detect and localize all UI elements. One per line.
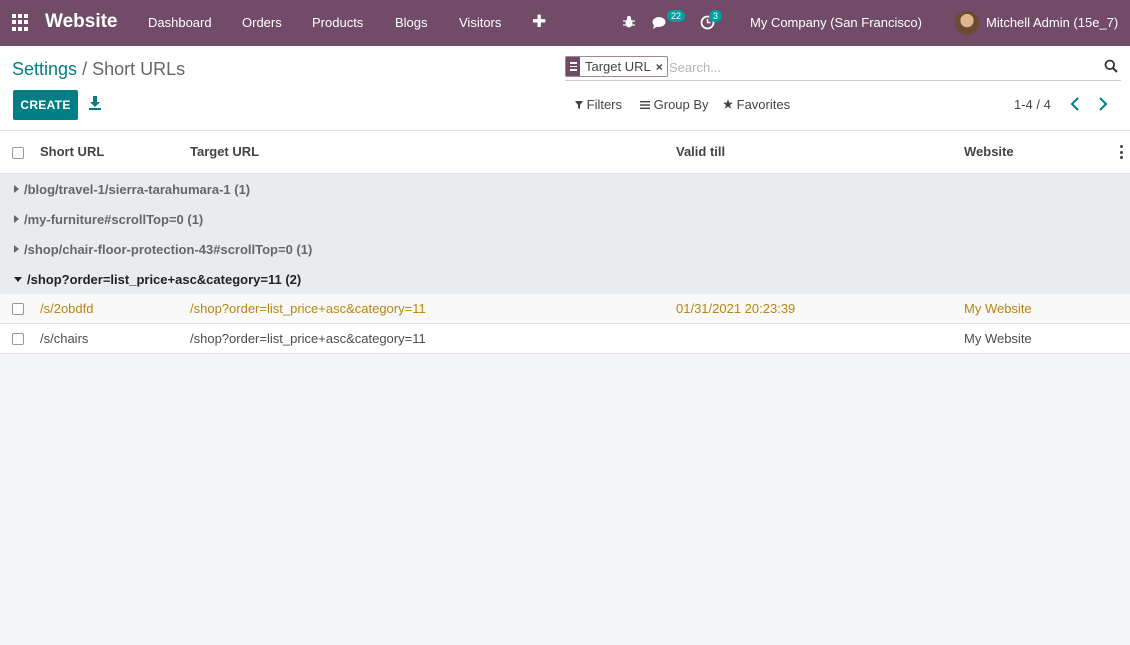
filters-dropdown[interactable]: Filters	[575, 97, 622, 112]
download-export-icon[interactable]	[88, 95, 102, 111]
messages-count-badge: 22	[667, 10, 686, 22]
debug-bug-icon[interactable]	[622, 15, 636, 29]
company-switcher[interactable]: My Company (San Francisco)	[750, 15, 922, 30]
menu-orders[interactable]: Orders	[242, 15, 282, 30]
menu-visitors[interactable]: Visitors	[459, 15, 501, 30]
table-row[interactable]: /s/2obdfd /shop?order=list_price+asc&cat…	[0, 294, 1130, 324]
cell-valid-till: 01/31/2021 20:23:39	[676, 301, 796, 316]
caret-down-icon	[14, 277, 22, 282]
app-brand[interactable]: Website	[45, 11, 118, 33]
group-row[interactable]: /my-furniture#scrollTop=0 (1)	[0, 204, 1130, 234]
top-navbar: Website Dashboard Orders Products Blogs …	[0, 0, 1130, 46]
table-row[interactable]: /s/chairs /shop?order=list_price+asc&cat…	[0, 324, 1130, 354]
activities-count-badge: 3	[709, 10, 723, 22]
favorites-dropdown[interactable]: Favorites	[723, 97, 790, 112]
select-all-checkbox[interactable]	[12, 147, 24, 159]
row-checkbox[interactable]	[12, 303, 24, 315]
cell-short-url: /s/chairs	[40, 331, 89, 346]
control-panel: Settings / Short URLs CREATE Target URL …	[0, 46, 1130, 131]
favorites-star-icon	[723, 99, 733, 109]
breadcrumb: Settings / Short URLs	[12, 59, 185, 80]
group-by-bars-icon	[640, 101, 650, 109]
caret-right-icon	[14, 245, 19, 253]
group-label: /shop?order=list_price+asc&category=11 (…	[27, 272, 302, 287]
cell-target-url: /shop?order=list_price+asc&category=11	[190, 331, 426, 346]
group-row[interactable]: /shop/chair-floor-protection-43#scrollTo…	[0, 234, 1130, 264]
cell-website: My Website	[964, 301, 1032, 316]
search-input[interactable]	[669, 57, 1089, 77]
column-header-valid-till[interactable]: Valid till	[676, 144, 725, 159]
menu-dashboard[interactable]: Dashboard	[148, 15, 212, 30]
user-menu[interactable]: Mitchell Admin (15e_7)	[986, 15, 1118, 30]
group-by-facet-icon	[566, 57, 580, 76]
group-by-dropdown[interactable]: Group By	[640, 97, 709, 112]
column-header-short-url[interactable]: Short URL	[40, 144, 104, 159]
facet-value: Target URL	[585, 59, 651, 74]
pager-value[interactable]: 1-4 / 4	[1014, 97, 1051, 112]
search-facet-target-url: Target URL ×	[565, 56, 668, 77]
cell-website: My Website	[964, 331, 1032, 346]
favorites-label: Favorites	[736, 97, 791, 112]
column-header-website[interactable]: Website	[964, 144, 1014, 159]
group-by-label: Group By	[653, 97, 709, 112]
create-button[interactable]: CREATE	[13, 90, 78, 120]
breadcrumb-separator: /	[82, 59, 88, 79]
pager-previous-icon[interactable]	[1070, 97, 1080, 111]
messages-chat-icon[interactable]	[652, 16, 668, 30]
optional-columns-icon[interactable]	[1120, 145, 1124, 159]
menu-blogs[interactable]: Blogs	[395, 15, 428, 30]
search-bar: Target URL ×	[565, 56, 1121, 81]
cell-short-url: /s/2obdfd	[40, 301, 94, 316]
group-row-expanded[interactable]: /shop?order=list_price+asc&category=11 (…	[0, 264, 1130, 294]
caret-right-icon	[14, 215, 19, 223]
group-row[interactable]: /blog/travel-1/sierra-tarahumara-1 (1)	[0, 174, 1130, 204]
user-avatar[interactable]	[955, 11, 979, 35]
table-header: Short URL Target URL Valid till Website	[0, 131, 1130, 174]
cell-target-url: /shop?order=list_price+asc&category=11	[190, 301, 426, 316]
column-header-target-url[interactable]: Target URL	[190, 144, 259, 159]
new-content-plus-icon[interactable]: ✚	[532, 12, 546, 32]
group-label: /blog/travel-1/sierra-tarahumara-1 (1)	[24, 182, 251, 197]
filters-label: Filters	[586, 97, 623, 112]
pager-next-icon[interactable]	[1098, 97, 1108, 111]
apps-menu-icon[interactable]	[12, 14, 29, 31]
menu-products[interactable]: Products	[312, 15, 363, 30]
breadcrumb-settings-link[interactable]: Settings	[12, 59, 77, 79]
list-view: Short URL Target URL Valid till Website …	[0, 131, 1130, 354]
filter-funnel-icon	[575, 101, 583, 109]
group-label: /shop/chair-floor-protection-43#scrollTo…	[24, 242, 313, 257]
row-checkbox[interactable]	[12, 333, 24, 345]
page-title: Short URLs	[92, 59, 186, 79]
facet-remove-icon[interactable]: ×	[656, 60, 667, 74]
group-label: /my-furniture#scrollTop=0 (1)	[24, 212, 204, 227]
caret-right-icon	[14, 185, 19, 193]
search-icon[interactable]	[1104, 59, 1118, 73]
